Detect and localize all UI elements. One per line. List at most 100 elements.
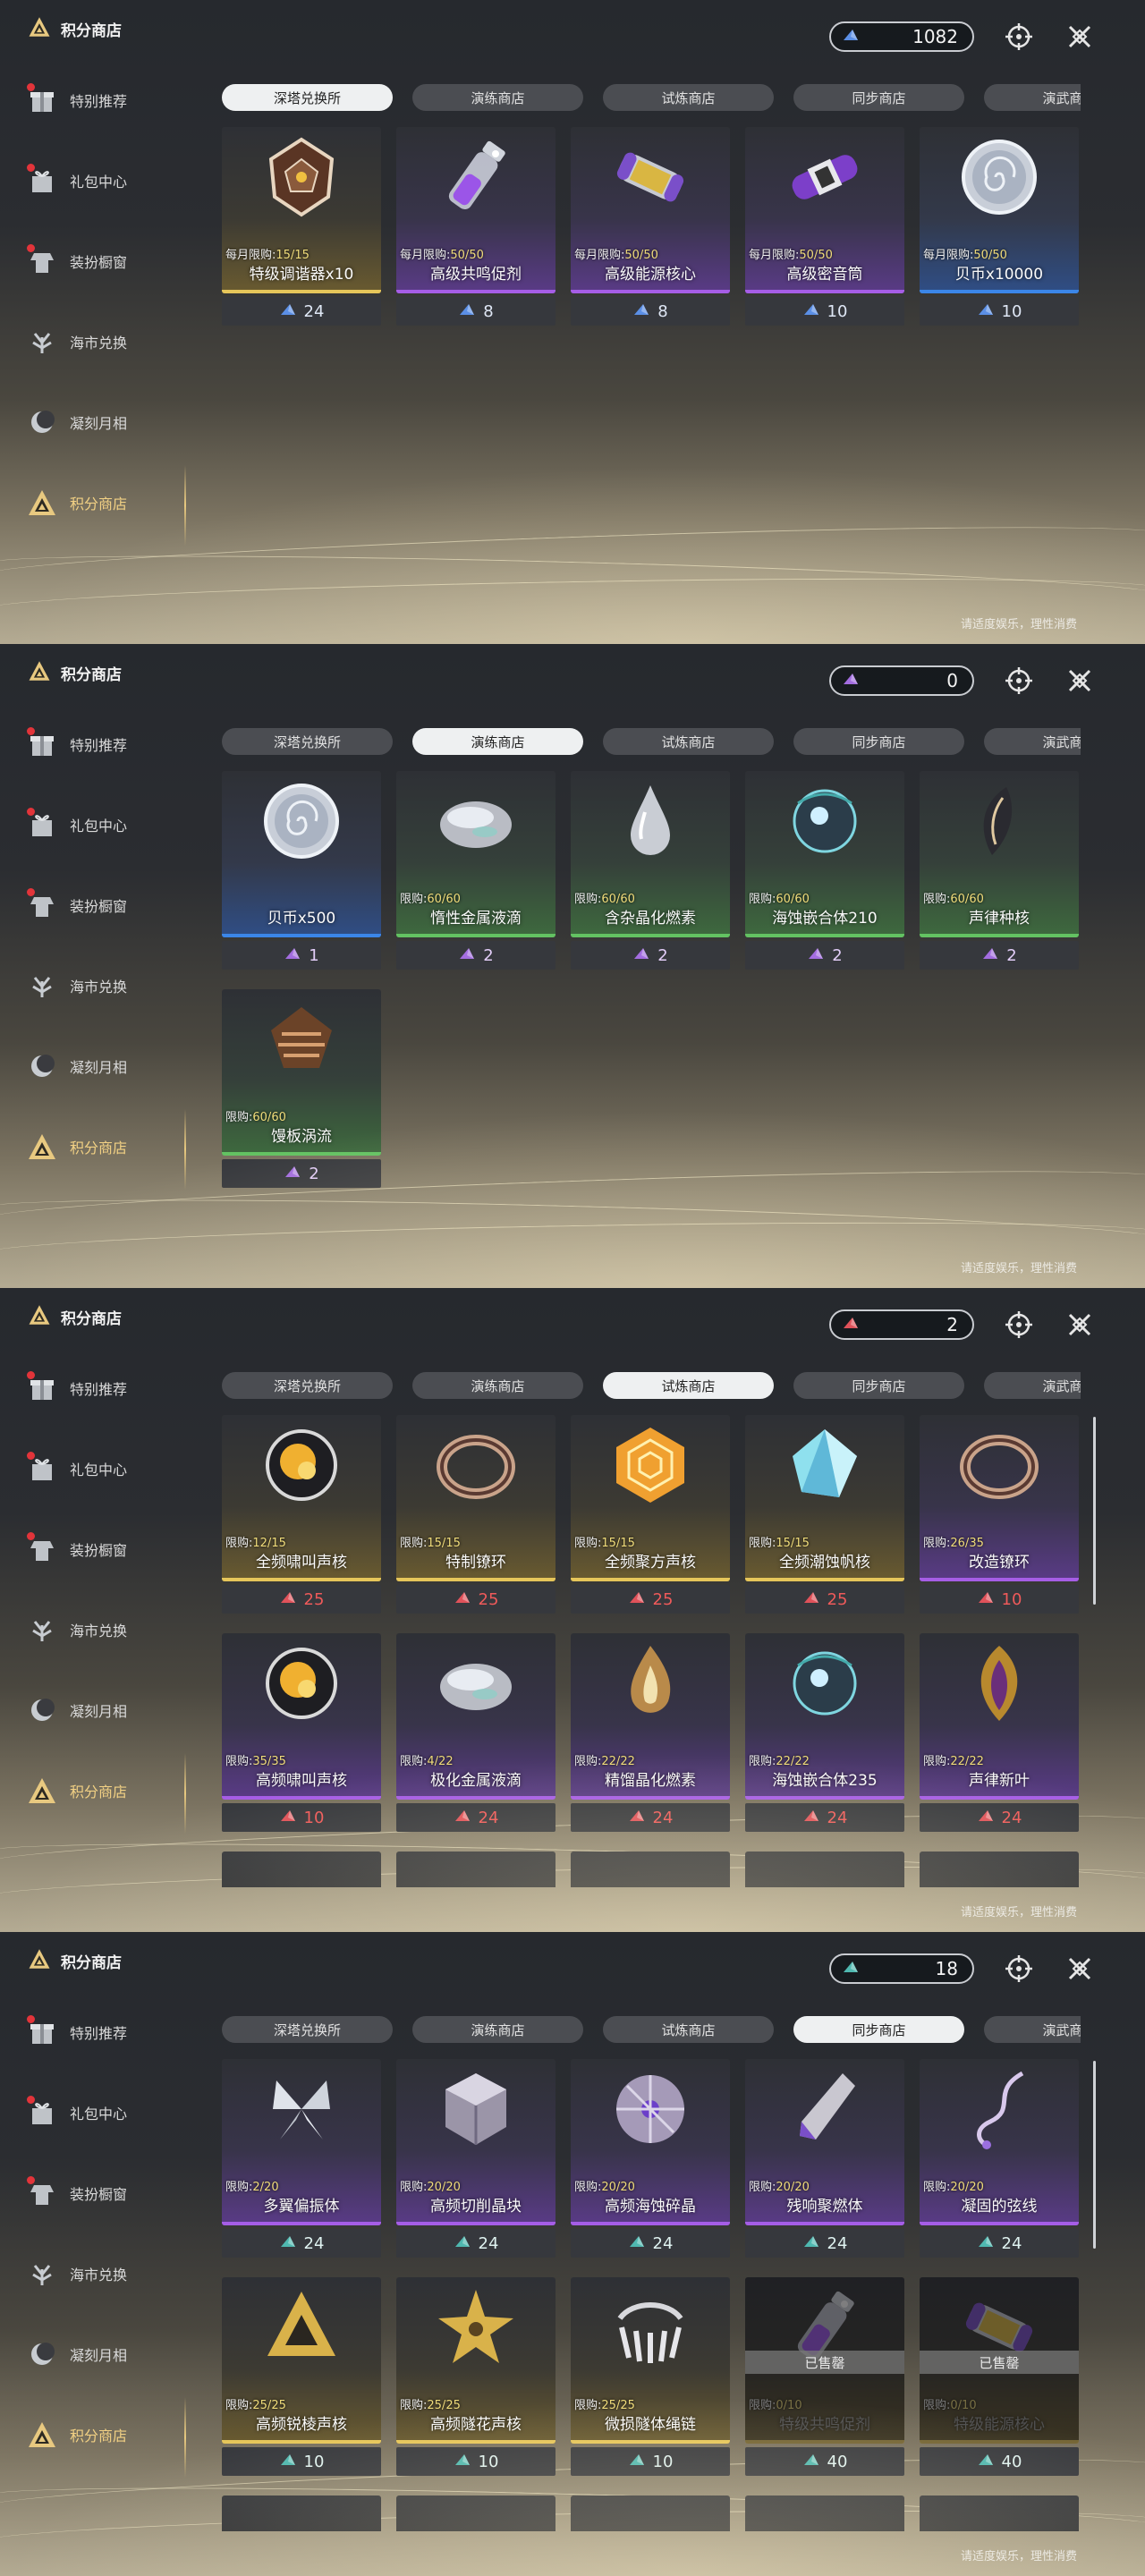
shop-item-card[interactable]: 限购:26/35 改造镣环 10 — [920, 1415, 1079, 1617]
next-row-card-partial[interactable] — [920, 2496, 1079, 2531]
sidebar-item[interactable]: 海市兑换 — [25, 2247, 186, 2301]
shop-tab[interactable]: 深塔兑换所 — [222, 1372, 393, 1399]
next-row-card-partial[interactable] — [745, 2496, 904, 2531]
next-row-card-partial[interactable] — [222, 1852, 381, 1887]
shop-tab[interactable]: 演练商店 — [412, 728, 583, 755]
shop-tab[interactable]: 同步商店 — [793, 84, 964, 111]
shop-item-card[interactable]: 每月限购:15/15 特级调谐器x10 24 — [222, 127, 381, 329]
shop-item-card[interactable]: 限购:15/15 全频潮蚀帆核 25 — [745, 1415, 904, 1617]
shop-item-card[interactable]: 限购:22/22 声律新叶 24 — [920, 1633, 1079, 1835]
sidebar-item[interactable]: 积分商店 — [25, 1764, 186, 1818]
tide-sail-core-icon — [780, 1420, 869, 1513]
next-row-card-partial[interactable] — [571, 2496, 730, 2531]
next-row-card-partial[interactable] — [222, 2496, 381, 2531]
target-button[interactable] — [1004, 1309, 1034, 1340]
shop-item-card[interactable]: 限购:20/20 高频切削晶块 24 — [396, 2059, 556, 2261]
shop-tab[interactable]: 试炼商店 — [603, 728, 774, 755]
shop-item-card[interactable]: 限购:20/20 凝固的弦线 24 — [920, 2059, 1079, 2261]
shop-tab[interactable]: 深塔兑换所 — [222, 728, 393, 755]
next-row-card-partial[interactable] — [745, 1852, 904, 1887]
next-row-card-partial[interactable] — [396, 2496, 556, 2531]
shop-item-card[interactable]: 每月限购:50/50 高级密音筒 10 — [745, 127, 904, 329]
sidebar-item[interactable]: 礼包中心 — [25, 2086, 186, 2140]
sidebar-item[interactable]: 礼包中心 — [25, 798, 186, 852]
scrollbar[interactable] — [1093, 2061, 1096, 2249]
shop-item-card[interactable]: 限购:25/25 高频隧花声核 10 — [396, 2277, 556, 2479]
shop-tab[interactable]: 试炼商店 — [603, 2016, 774, 2043]
sidebar-item[interactable]: 积分商店 — [25, 2408, 186, 2462]
close-button[interactable] — [1064, 665, 1095, 696]
points-shop-icon — [27, 1947, 52, 1975]
sidebar-item[interactable]: 积分商店 — [25, 1120, 186, 1174]
close-button[interactable] — [1064, 21, 1095, 52]
shop-item-card[interactable]: 贝币x500 1 — [222, 771, 381, 973]
shop-tab[interactable]: 演练商店 — [412, 2016, 583, 2043]
shop-item-card[interactable]: 限购:0/10 特级共鸣促剂 已售罄 40 — [745, 2277, 904, 2479]
sidebar-item[interactable]: 海市兑换 — [25, 959, 186, 1013]
shop-item-card[interactable]: 限购:60/60 含杂晶化燃素 2 — [571, 771, 730, 973]
scrollbar[interactable] — [1093, 1417, 1096, 1605]
shop-item-card[interactable]: 限购:15/15 特制镣环 25 — [396, 1415, 556, 1617]
shop-item-card[interactable]: 限购:20/20 高频海蚀碎晶 24 — [571, 2059, 730, 2261]
sidebar-item[interactable]: 凝刻月相 — [25, 395, 186, 449]
shop-tab[interactable]: 演武商店 — [984, 1372, 1081, 1399]
shop-item-card[interactable]: 限购:0/10 特级能源核心 已售罄 40 — [920, 2277, 1079, 2479]
shop-item-card[interactable]: 限购:60/60 海蚀嵌合体210 2 — [745, 771, 904, 973]
shop-item-card[interactable]: 限购:22/22 精馏晶化燃素 24 — [571, 1633, 730, 1835]
shop-item-card[interactable]: 限购:60/60 声律种核 2 — [920, 771, 1079, 973]
sidebar-item[interactable]: 凝刻月相 — [25, 1683, 186, 1737]
next-row-card-partial[interactable] — [571, 1852, 730, 1887]
sidebar-item[interactable]: 海市兑换 — [25, 1603, 186, 1657]
shop-tab[interactable]: 演武商店 — [984, 728, 1081, 755]
shop-item-card[interactable]: 限购:15/15 全频聚方声核 25 — [571, 1415, 730, 1617]
sidebar-item[interactable]: 海市兑换 — [25, 315, 186, 369]
sidebar-item[interactable]: 特别推荐 — [25, 73, 186, 127]
shop-tab[interactable]: 同步商店 — [793, 1372, 964, 1399]
shop-tab[interactable]: 深塔兑换所 — [222, 2016, 393, 2043]
shop-item-card[interactable]: 限购:12/15 全频啸叫声核 25 — [222, 1415, 381, 1617]
limit-count: 20/20 — [601, 2181, 635, 2194]
next-row-card-partial[interactable] — [920, 1852, 1079, 1887]
shop-item-card[interactable]: 每月限购:50/50 高级能源核心 8 — [571, 127, 730, 329]
sidebar-item[interactable]: 装扮橱窗 — [25, 1522, 186, 1576]
shop-item-card[interactable]: 限购:25/25 高频锐棱声核 10 — [222, 2277, 381, 2479]
sidebar-item[interactable]: 积分商店 — [25, 476, 186, 530]
sidebar-item[interactable]: 装扮橱窗 — [25, 234, 186, 288]
shop-tab[interactable]: 演练商店 — [412, 84, 583, 111]
shop-tab[interactable]: 演武商店 — [984, 2016, 1081, 2043]
shop-tab[interactable]: 试炼商店 — [603, 84, 774, 111]
sidebar-item[interactable]: 礼包中心 — [25, 154, 186, 208]
shop-tab[interactable]: 演练商店 — [412, 1372, 583, 1399]
sidebar-item[interactable]: 凝刻月相 — [25, 2327, 186, 2381]
sidebar-item[interactable]: 特别推荐 — [25, 717, 186, 771]
shop-tab[interactable]: 同步商店 — [793, 728, 964, 755]
shop-item-card[interactable]: 限购:22/22 海蚀嵌合体235 24 — [745, 1633, 904, 1835]
sidebar-item[interactable]: 装扮橱窗 — [25, 878, 186, 932]
rarity-bar — [920, 934, 1079, 937]
close-button[interactable] — [1064, 1309, 1095, 1340]
sidebar-item[interactable]: 凝刻月相 — [25, 1039, 186, 1093]
shop-item-card[interactable]: 限购:2/20 多翼偏振体 24 — [222, 2059, 381, 2261]
shop-item-card[interactable]: 限购:35/35 高频啸叫声核 10 — [222, 1633, 381, 1835]
shop-tab[interactable]: 演武商店 — [984, 84, 1081, 111]
target-button[interactable] — [1004, 1953, 1034, 1984]
sidebar-item[interactable]: 特别推荐 — [25, 2005, 186, 2059]
target-button[interactable] — [1004, 665, 1034, 696]
sidebar-item[interactable]: 特别推荐 — [25, 1361, 186, 1415]
shop-tab[interactable]: 深塔兑换所 — [222, 84, 393, 111]
shop-item-card[interactable]: 限购:25/25 微损隧体绳链 10 — [571, 2277, 730, 2479]
shop-item-card[interactable]: 每月限购:50/50 高级共鸣促剂 8 — [396, 127, 556, 329]
shop-item-card[interactable]: 限购:20/20 残响聚燃体 24 — [745, 2059, 904, 2261]
next-row-card-partial[interactable] — [396, 1852, 556, 1887]
shop-tab[interactable]: 试炼商店 — [603, 1372, 774, 1399]
shop-item-card[interactable]: 限购:60/60 馒板涡流 2 — [222, 989, 381, 1191]
shop-item-card[interactable]: 限购:60/60 惰性金属液滴 2 — [396, 771, 556, 973]
sidebar-item[interactable]: 装扮橱窗 — [25, 2166, 186, 2220]
shop-tab[interactable]: 同步商店 — [793, 2016, 964, 2043]
shop-item-card[interactable]: 限购:4/22 极化金属液滴 24 — [396, 1633, 556, 1835]
target-button[interactable] — [1004, 21, 1034, 52]
shop-item-card[interactable]: 每月限购:50/50 贝币x10000 10 — [920, 127, 1079, 329]
close-button[interactable] — [1064, 1953, 1095, 1984]
limit-count: 0/10 — [776, 2399, 802, 2412]
sidebar-item[interactable]: 礼包中心 — [25, 1442, 186, 1496]
